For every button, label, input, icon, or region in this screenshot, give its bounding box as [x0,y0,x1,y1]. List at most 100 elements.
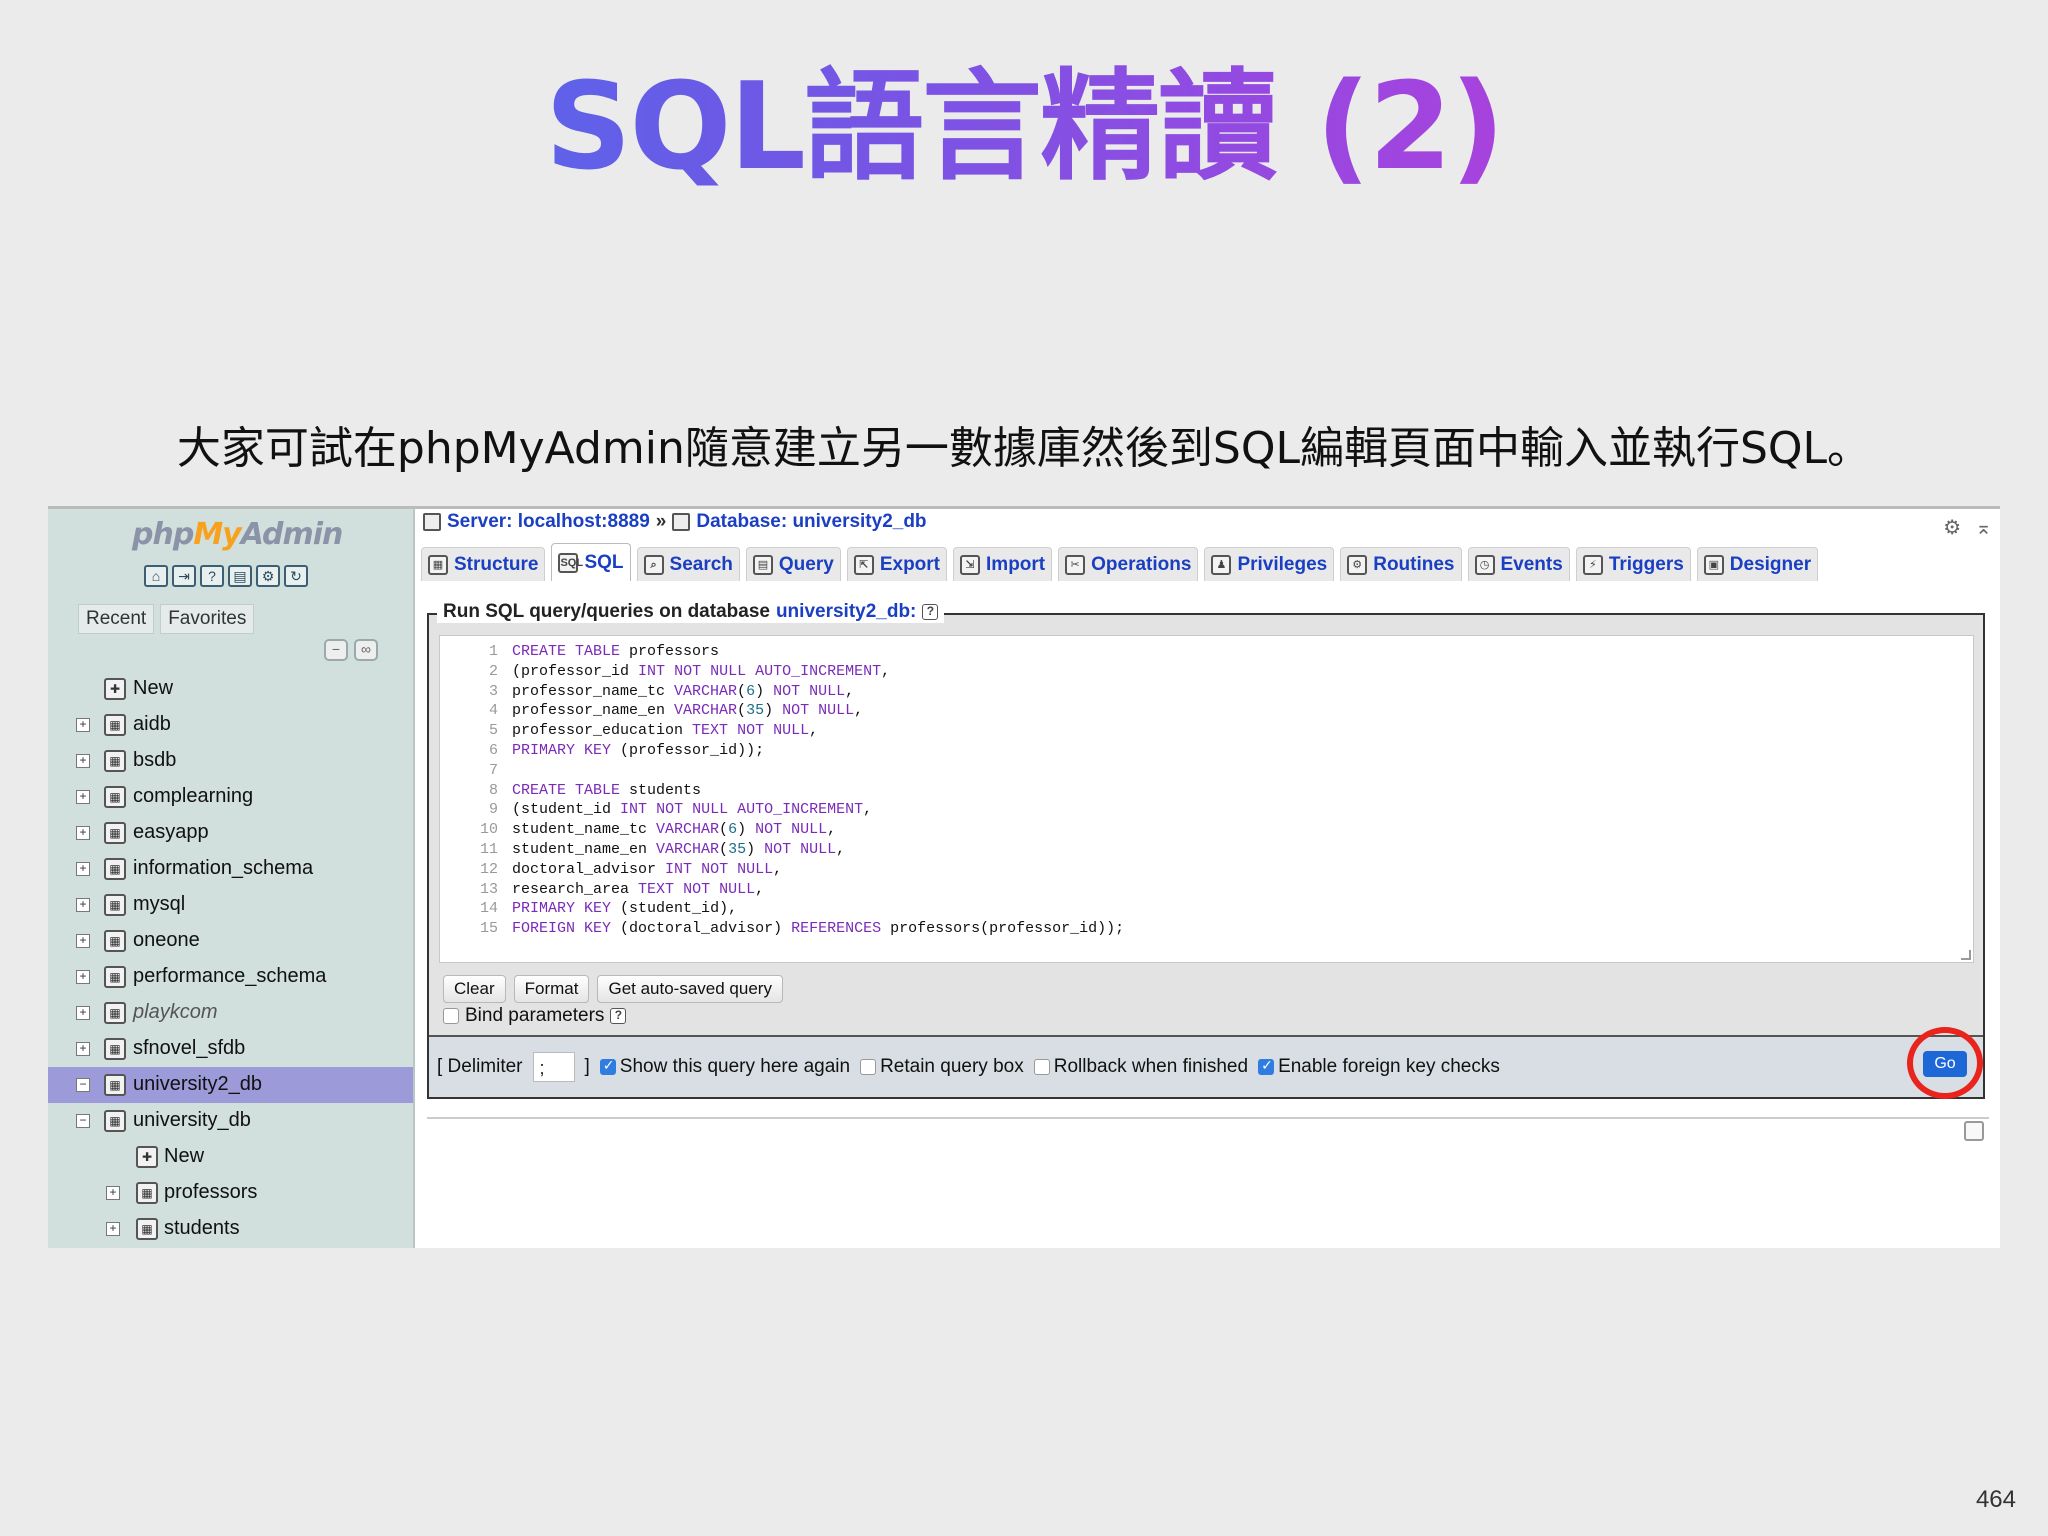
expand-icon[interactable]: + [106,1186,120,1200]
go-button[interactable]: Go [1923,1051,1967,1077]
expand-icon[interactable]: + [76,970,90,984]
tree-item[interactable]: − ▦ university2_db [48,1067,413,1103]
show-query-checkbox[interactable] [599,1057,616,1075]
tree-item[interactable]: + ▦ easyapp [48,815,413,851]
tree-item[interactable]: + ▦ performance_schema [48,959,413,995]
tree-item[interactable]: + ▦ students [48,1211,413,1247]
tree-item[interactable]: + ▦ sfnovel_sfdb [48,1031,413,1067]
tab-privileges[interactable]: ♟ Privileges [1204,547,1335,581]
tab-search[interactable]: ⌕ Search [636,547,740,581]
logout-icon[interactable]: ⇥ [172,565,196,587]
home-icon[interactable]: ⌂ [144,565,168,587]
phpmyadmin-logo[interactable]: phpMyAdmin [132,517,343,552]
expand-icon[interactable]: + [76,934,90,948]
tab-triggers[interactable]: ⚡ Triggers [1575,547,1691,581]
tree-item-label[interactable]: bsdb [133,749,176,772]
help-icon[interactable]: ? [610,1008,627,1024]
expand-icon[interactable]: + [76,754,90,768]
sidebar-tabs: Recent Favorites [78,604,255,634]
tree-item-label[interactable]: information_schema [133,857,313,880]
collapse-icon[interactable]: − [76,1078,90,1092]
breadcrumb-server[interactable]: Server: localhost:8889 [447,511,650,533]
tree-item-label[interactable]: performance_schema [133,965,326,988]
tree-item[interactable]: ✚ New [48,1139,413,1175]
tree-item[interactable]: + ▦ information_schema [48,851,413,887]
expand-icon[interactable]: + [76,1042,90,1056]
tree-item-label[interactable]: aidb [133,713,171,736]
tree-item-label[interactable]: mysql [133,893,185,916]
tree-item[interactable]: + ▦ mysql [48,887,413,923]
tree-item-label[interactable]: easyapp [133,821,209,844]
foreign-key-checkbox[interactable] [1258,1057,1275,1075]
delimiter-input[interactable]: ; [532,1052,575,1082]
tree-item-label[interactable]: New [164,1145,204,1168]
tree-item[interactable]: + ▦ aidb [48,707,413,743]
editor-line: 12 doctoral_advisor INT NOT NULL, [440,860,1973,880]
tab-sql[interactable]: SQL SQL [551,543,631,581]
tree-item-label[interactable]: professors [164,1181,257,1204]
tab-export[interactable]: ⇱ Export [846,547,948,581]
expand-icon[interactable]: + [76,1006,90,1020]
collapse-top-icon[interactable]: ⌅ [1975,515,1992,540]
tab-query[interactable]: ▤ Query [745,547,841,581]
tab-favorites[interactable]: Favorites [160,604,255,634]
resize-grip[interactable] [1961,950,1971,960]
tab-routines[interactable]: ⚙ Routines [1340,547,1462,581]
sql-editor[interactable]: 1 CREATE TABLE professors 2 (professor_id I… [439,635,1974,963]
tab-structure[interactable]: ▦ Structure [421,547,546,581]
tree-item[interactable]: ✚ New [48,671,413,707]
line-number: 8 [488,781,498,799]
tree-item-label[interactable]: students [164,1217,240,1240]
expand-icon[interactable]: + [76,898,90,912]
reload-icon[interactable]: ↻ [284,565,308,587]
tab-recent[interactable]: Recent [78,604,155,634]
tree-item[interactable]: + ▦ oneone [48,923,413,959]
console-icon[interactable] [1964,1121,1984,1141]
clear-button[interactable]: Clear [443,975,506,1003]
tab-events[interactable]: ◷ Events [1467,547,1570,581]
retain-box-checkbox[interactable] [860,1059,877,1075]
collapse-icon[interactable]: − [76,1114,90,1128]
tree-item-label[interactable]: New [133,677,173,700]
code-text: (professor_id INT NOT NULL AUTO_INCREMEN… [512,662,891,680]
tab-import[interactable]: ⇲ Import [953,547,1053,581]
link-with-main-icon[interactable]: ∞ [354,639,378,661]
tree-item[interactable]: + ▦ complearning [48,779,413,815]
settings-icon[interactable]: ⚙ [1943,515,1961,540]
database-icon: ▦ [104,1038,126,1060]
retain-box-option[interactable]: Retain query box [860,1056,1024,1078]
query-window-icon[interactable]: ? [200,565,224,587]
format-button[interactable]: Format [513,975,590,1003]
tab-operations[interactable]: ✂ Operations [1058,547,1199,581]
docs-icon[interactable]: ▤ [228,565,252,587]
tree-item-label[interactable]: oneone [133,929,200,952]
expand-icon[interactable]: + [76,790,90,804]
main-tabs: ▦ Structure SQL SQL ⌕ Search ▤ Query ⇱ Export ⇲ Imp… [421,543,1819,581]
tree-item-label[interactable]: university_db [133,1109,251,1132]
expand-icon[interactable]: + [106,1222,120,1236]
foreign-key-option[interactable]: Enable foreign key checks [1258,1056,1500,1078]
expand-icon[interactable]: + [76,718,90,732]
settings-icon[interactable]: ⚙ [256,565,280,587]
tree-item[interactable]: + ▦ professors [48,1175,413,1211]
collapse-all-icon[interactable]: − [324,639,348,661]
tree-item-label[interactable]: university2_db [133,1073,262,1096]
tab-designer[interactable]: ▣ Designer [1696,547,1819,581]
show-query-option[interactable]: Show this query here again [599,1056,850,1078]
rollback-option[interactable]: Rollback when finished [1033,1056,1248,1078]
tree-item-label[interactable]: sfnovel_sfdb [133,1037,245,1060]
tree-item[interactable]: + ▦ bsdb [48,743,413,779]
help-icon[interactable]: ? [922,604,939,620]
expand-icon[interactable]: + [76,862,90,876]
get-auto-saved-query-button[interactable]: Get auto-saved query [597,975,783,1003]
tree-item[interactable]: + ▦ playkcom [48,995,413,1031]
panel-legend-database[interactable]: university2_db: [776,601,916,623]
bind-parameters-checkbox[interactable] [443,1008,459,1024]
tree-item-label[interactable]: playkcom [133,1001,217,1024]
tab-label: Routines [1373,553,1455,575]
tree-item-label[interactable]: complearning [133,785,253,808]
rollback-checkbox[interactable] [1033,1059,1050,1075]
expand-icon[interactable]: + [76,826,90,840]
breadcrumb-database[interactable]: Database: university2_db [696,511,926,533]
tree-item[interactable]: − ▦ university_db [48,1103,413,1139]
